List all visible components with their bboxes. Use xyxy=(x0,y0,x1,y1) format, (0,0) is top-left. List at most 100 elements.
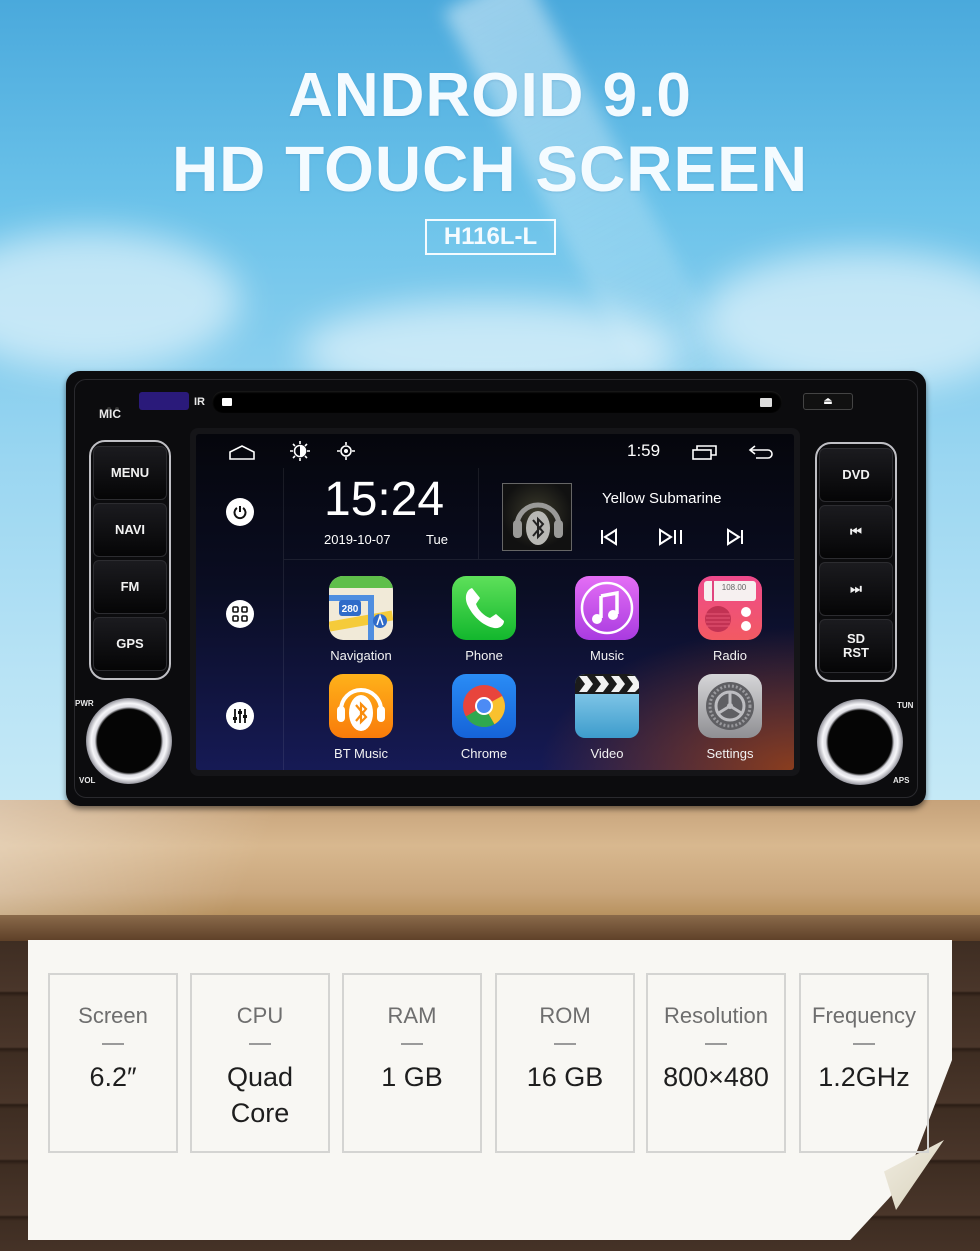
vol-label: VOL xyxy=(79,776,96,785)
app-settings[interactable]: Settings xyxy=(685,674,775,761)
phone-icon xyxy=(452,576,516,640)
bluetooth-album-art[interactable] xyxy=(502,483,572,551)
status-bar: 1:59 xyxy=(196,434,794,468)
video-icon xyxy=(575,674,639,738)
spec-cpu: CPU Quad Core xyxy=(190,973,330,1153)
spec-ram: RAM 1 GB xyxy=(342,973,482,1153)
spec-divider xyxy=(705,1043,727,1045)
app-label: BT Music xyxy=(334,746,388,761)
spec-label: Screen xyxy=(78,1003,148,1028)
svg-text:280: 280 xyxy=(342,604,359,615)
app-phone[interactable]: Phone xyxy=(439,576,529,663)
sd-rst-button[interactable]: SD RST xyxy=(819,619,893,673)
settings-icon xyxy=(698,674,762,738)
spec-screen: Screen 6.2″ xyxy=(48,973,178,1153)
left-button-column: MENU NAVI FM GPS xyxy=(89,440,171,680)
spec-value: 1.2GHz xyxy=(818,1062,910,1092)
home-icon[interactable] xyxy=(228,444,256,465)
wooden-shelf xyxy=(0,800,980,915)
spec-label: Frequency xyxy=(812,1003,916,1028)
music-icon xyxy=(575,576,639,640)
next-track-button[interactable]: ⏭ xyxy=(819,562,893,616)
hero-title-line2: HD TOUCH SCREEN xyxy=(171,133,809,205)
spec-divider xyxy=(554,1043,576,1045)
spec-value: 16 GB xyxy=(526,1062,604,1092)
model-badge: H116L-L xyxy=(425,219,556,255)
touch-screen: 1:59 15:24 2019-10-07 Tue Yellow Submari… xyxy=(190,428,800,776)
svg-text:108.00: 108.00 xyxy=(722,583,747,592)
power-icon[interactable] xyxy=(226,498,254,526)
spec-label: CPU xyxy=(236,1003,284,1028)
brightness-icon[interactable] xyxy=(290,441,310,466)
radio-icon: 108.00 xyxy=(698,576,762,640)
spec-label: RAM xyxy=(387,1003,437,1028)
spec-value: 6.2″ xyxy=(89,1062,137,1092)
apps-grid-icon[interactable] xyxy=(226,600,254,628)
tune-knob[interactable] xyxy=(817,699,903,785)
hero-title-line1: ANDROID 9.0 xyxy=(288,61,692,130)
spec-label: Resolution xyxy=(664,1003,768,1028)
equalizer-icon[interactable] xyxy=(226,702,254,730)
right-button-column: DVD ⏮ ⏭ SD RST xyxy=(815,442,897,682)
app-label: Music xyxy=(590,648,624,663)
prev-track-button[interactable]: ⏮ xyxy=(819,505,893,559)
app-label: Radio xyxy=(713,648,747,663)
navi-button[interactable]: NAVI xyxy=(93,503,167,557)
screen-sidebar xyxy=(196,468,284,770)
chrome-icon xyxy=(452,674,516,738)
location-icon[interactable] xyxy=(337,442,355,465)
app-bt-music[interactable]: BT Music xyxy=(316,674,406,761)
spec-divider xyxy=(249,1043,271,1045)
song-title: Yellow Submarine xyxy=(602,490,722,507)
clock-day: Tue xyxy=(426,532,448,547)
gps-button[interactable]: GPS xyxy=(93,617,167,671)
eject-button[interactable]: ⏏ xyxy=(803,393,853,410)
app-music[interactable]: Music xyxy=(562,576,652,663)
spec-frequency: Frequency 1.2GHz xyxy=(799,973,929,1153)
status-time: 1:59 xyxy=(627,441,661,460)
menu-button[interactable]: MENU xyxy=(93,446,167,500)
music-widget: Yellow Submarine xyxy=(479,468,794,560)
ir-label: IR xyxy=(194,396,205,408)
spec-divider xyxy=(853,1043,875,1045)
clock-date: 2019-10-07 xyxy=(324,532,391,547)
spec-resolution: Resolution 800×480 xyxy=(646,973,786,1153)
play-pause-icon[interactable] xyxy=(657,528,685,551)
navigation-icon: 280 xyxy=(329,576,393,640)
app-navigation[interactable]: 280 Navigation xyxy=(316,576,406,663)
next-icon[interactable] xyxy=(725,528,745,551)
spec-value: 1 GB xyxy=(381,1062,443,1092)
recents-icon[interactable] xyxy=(692,444,718,465)
shelf-edge xyxy=(0,915,980,941)
app-label: Phone xyxy=(465,648,503,663)
volume-knob[interactable] xyxy=(86,698,172,784)
fm-button[interactable]: FM xyxy=(93,560,167,614)
spec-divider xyxy=(401,1043,423,1045)
aps-label: APS xyxy=(893,776,910,785)
tun-label: TUN xyxy=(897,701,914,710)
app-chrome[interactable]: Chrome xyxy=(439,674,529,761)
ir-window xyxy=(139,392,189,410)
spec-rom: ROM 16 GB xyxy=(495,973,635,1153)
mic-label: MIC xyxy=(99,407,121,421)
back-icon[interactable] xyxy=(748,444,774,465)
mic-holes xyxy=(107,398,127,411)
dvd-button[interactable]: DVD xyxy=(819,448,893,502)
cloud xyxy=(0,230,240,370)
disc-slot xyxy=(212,391,782,413)
pwr-label: PWR xyxy=(75,699,94,708)
app-label: Video xyxy=(590,746,624,761)
spec-divider xyxy=(102,1043,124,1045)
app-radio[interactable]: 108.00 Radio xyxy=(685,576,775,663)
bt-music-icon xyxy=(329,674,393,738)
spec-value: 800×480 xyxy=(663,1062,769,1092)
android-home-screen: 1:59 15:24 2019-10-07 Tue Yellow Submari… xyxy=(196,434,794,770)
clock-time: 15:24 xyxy=(324,473,445,526)
spec-value: Quad Core xyxy=(226,1062,294,1128)
app-video[interactable]: Video xyxy=(562,674,652,761)
clock-widget[interactable]: 15:24 2019-10-07 Tue xyxy=(284,468,479,560)
app-label: Chrome xyxy=(460,746,508,761)
cloud xyxy=(700,250,980,390)
previous-icon[interactable] xyxy=(599,528,619,551)
spec-label: ROM xyxy=(539,1003,591,1028)
